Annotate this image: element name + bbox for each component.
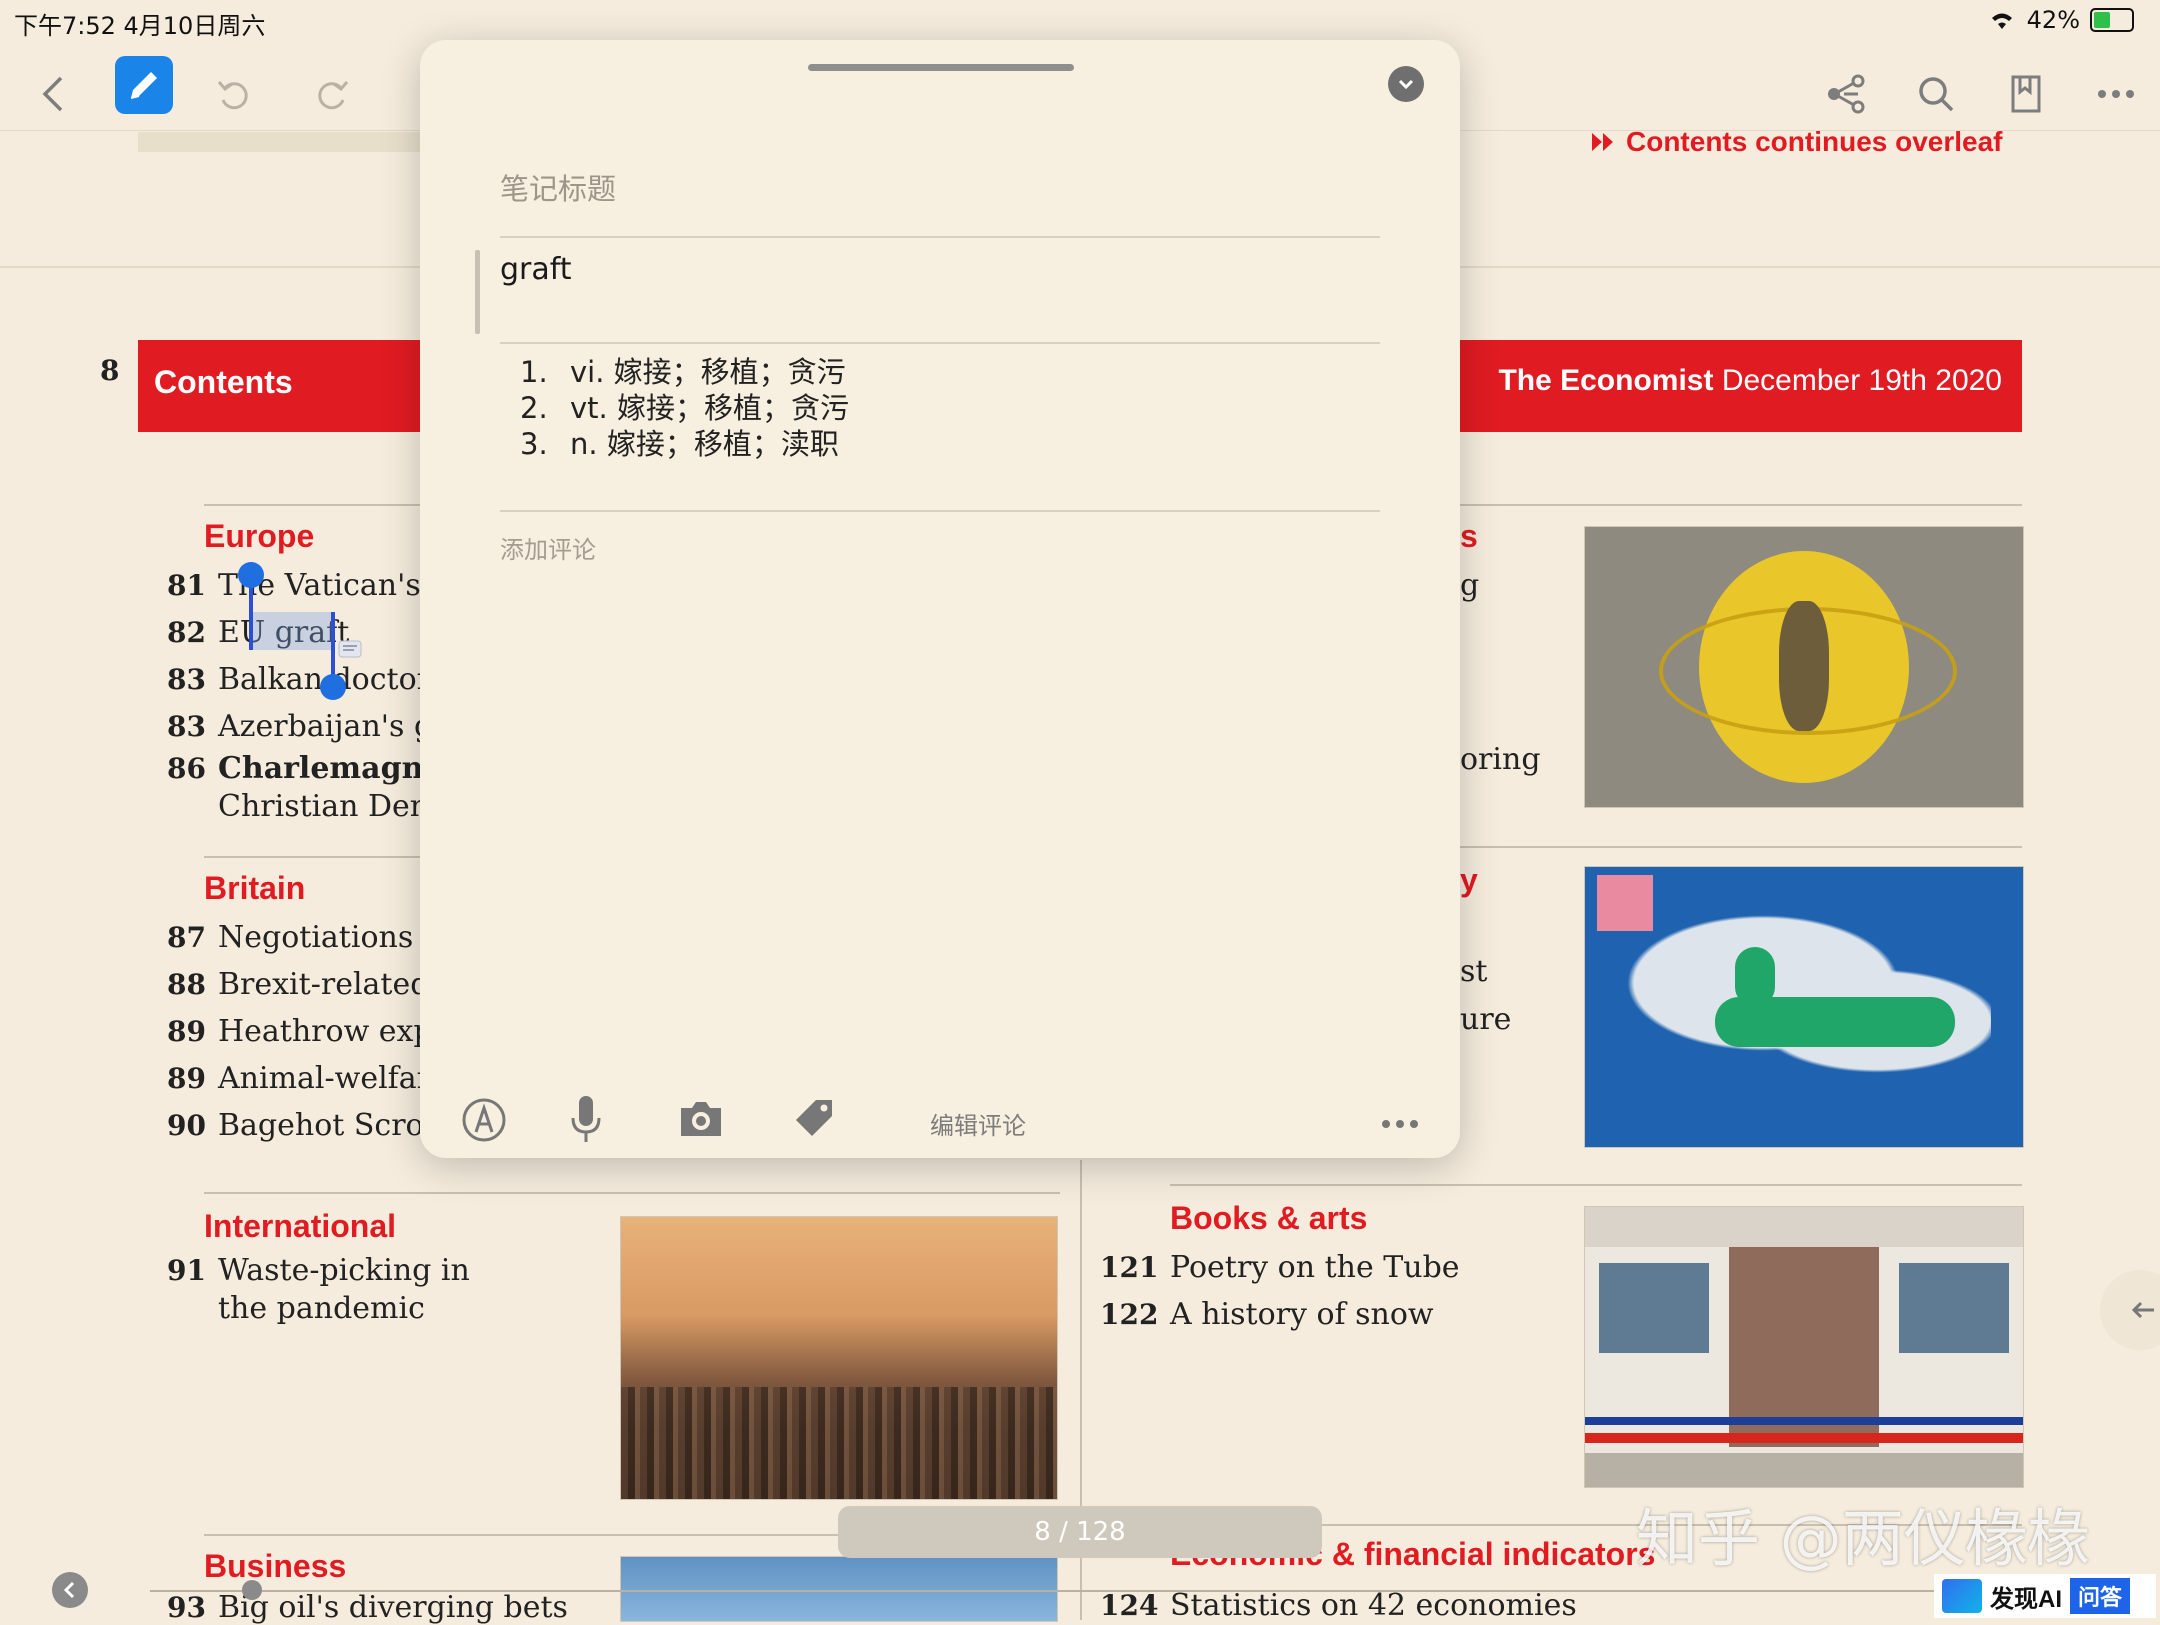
definition-list: 1. vi. 嫁接；移植；贪污 2. vt. 嫁接；移植；贪污 3. n. 嫁接；移植… xyxy=(520,354,849,462)
list-item[interactable]: Negotiations w xyxy=(218,920,448,955)
brand-sub: 问答 xyxy=(2070,1578,2131,1614)
page-slider-thumb[interactable] xyxy=(242,1580,262,1600)
books-list: 121 Poetry on the Tube 122 A history of sn… xyxy=(1100,1250,1460,1332)
pen-circle-icon[interactable] xyxy=(460,1096,508,1148)
status-right: 42% xyxy=(1987,6,2134,34)
section-business: Business xyxy=(204,1548,347,1584)
tube-train-image xyxy=(1584,1206,2024,1488)
quote-bar xyxy=(475,250,480,334)
list-item[interactable]: Azerbaijan's gh xyxy=(218,709,452,744)
quoted-word: graft xyxy=(500,252,572,287)
status-bar: 下午7:52 4月10日周六 42% xyxy=(0,0,2160,40)
section-britain: Britain xyxy=(204,870,306,906)
contents-continues: Contents continues overleaf xyxy=(1590,126,2003,158)
page-slider-track[interactable] xyxy=(150,1590,2120,1592)
atom-portrait-image xyxy=(1584,526,2024,808)
section-international: International xyxy=(204,1208,397,1244)
brand-name: 发现AI xyxy=(1990,1585,2062,1613)
bookmark-icon[interactable] xyxy=(1996,64,2056,124)
peek-text: g xyxy=(1460,568,1480,603)
divider xyxy=(500,236,1380,238)
masthead: The Economist December 19th 2020 xyxy=(1498,364,2002,398)
indicators-item[interactable]: 124 Statistics on 42 economies xyxy=(1100,1588,1577,1623)
definition-item: 3. n. 嫁接；移植；渎职 xyxy=(520,427,839,461)
masthead-banner: The Economist December 19th 2020 xyxy=(1458,340,2022,432)
comment-input[interactable]: 添加评论 xyxy=(500,530,596,565)
microphone-icon[interactable] xyxy=(570,1094,602,1148)
double-arrow-icon xyxy=(1592,133,1613,151)
selection-handle-end[interactable] xyxy=(320,674,346,700)
next-arrow-button[interactable] xyxy=(2100,1270,2160,1350)
britain-list: 87 Negotiations w 88 Brexit-related d 89 He… xyxy=(167,920,461,1143)
definition-item: 1. vi. 嫁接；移植；贪污 xyxy=(520,355,846,389)
edit-comment-button[interactable]: 编辑评论 xyxy=(930,1106,1026,1141)
note-popup: 笔记标题 graft 1. vi. 嫁接；移植；贪污 2. vt. 嫁接；移植；贪污… xyxy=(420,40,1460,1158)
waste-picking-image xyxy=(620,1216,1058,1500)
section-rule xyxy=(204,856,440,858)
battery-percent: 42% xyxy=(2026,6,2080,34)
illustration-image xyxy=(1584,866,2024,1148)
back-icon[interactable] xyxy=(24,64,84,124)
list-item[interactable]: A history of snow xyxy=(1170,1297,1434,1332)
masthead-title: The Economist xyxy=(1498,364,1714,397)
undo-icon[interactable] xyxy=(203,64,263,124)
brand-badge: 发现AI 问答 xyxy=(1934,1574,2156,1618)
peek-text: ure xyxy=(1460,1002,1512,1037)
prev-page-strip xyxy=(138,132,438,152)
definition-item: 2. vt. 嫁接；移植；贪污 xyxy=(520,391,849,425)
divider xyxy=(500,342,1380,344)
section-europe: Europe xyxy=(204,518,315,554)
page-number: 8 xyxy=(100,354,120,387)
battery-icon xyxy=(2090,8,2134,32)
masthead-date: December 19th 2020 xyxy=(1721,364,2002,397)
divider xyxy=(500,510,1380,512)
share-icon[interactable] xyxy=(1816,64,1876,124)
section-rule xyxy=(204,504,440,506)
text-selection xyxy=(250,612,332,650)
search-icon[interactable] xyxy=(1906,64,1966,124)
business-image xyxy=(620,1556,1058,1622)
selection-bar-start xyxy=(249,578,253,650)
section-rule xyxy=(204,1192,1060,1194)
chevron-left-icon xyxy=(63,1581,75,1599)
list-item[interactable]: Heathrow expa xyxy=(218,1014,451,1049)
section-rule xyxy=(1170,1184,2022,1186)
pencil-icon[interactable] xyxy=(115,56,173,114)
chevron-down-icon xyxy=(1398,79,1414,90)
section-rule xyxy=(1460,846,2022,848)
collapse-button[interactable] xyxy=(1388,66,1424,102)
drag-handle[interactable] xyxy=(808,64,1074,71)
note-title-input[interactable]: 笔记标题 xyxy=(500,166,616,208)
peek-text: st xyxy=(1460,954,1488,989)
section-rule xyxy=(1460,504,2022,506)
page-indicator: 8 / 128 xyxy=(838,1506,1322,1558)
brand-logo-icon xyxy=(1942,1579,1982,1613)
camera-icon[interactable] xyxy=(678,1100,724,1142)
redo-icon[interactable] xyxy=(303,64,363,124)
status-time: 下午7:52 4月10日周六 xyxy=(14,12,266,40)
selection-handle-start[interactable] xyxy=(238,562,264,588)
tag-icon[interactable] xyxy=(792,1096,836,1144)
contents-banner: Contents xyxy=(138,340,438,432)
peek-heading: s xyxy=(1460,518,1478,554)
peek-heading: y xyxy=(1460,862,1478,898)
slider-back-button[interactable] xyxy=(52,1572,88,1608)
more-icon[interactable] xyxy=(1380,1114,1420,1133)
list-item[interactable]: Poetry on the Tube xyxy=(1170,1250,1460,1285)
continues-text: Contents continues overleaf xyxy=(1626,126,2003,157)
section-books: Books & arts xyxy=(1170,1200,1368,1236)
international-item[interactable]: 91 Waste-picking in the pandemic xyxy=(150,1252,470,1328)
wifi-icon xyxy=(1991,13,2012,29)
list-item[interactable]: Animal-welfare xyxy=(218,1061,449,1096)
contents-label: Contents xyxy=(154,364,293,400)
more-icon[interactable] xyxy=(2086,64,2146,124)
arrow-left-icon xyxy=(2131,1301,2154,1319)
note-marker-icon[interactable] xyxy=(338,640,362,662)
peek-text: oring xyxy=(1460,742,1541,777)
watermark: 知乎 @两仪椽椽 xyxy=(1636,1502,2090,1575)
